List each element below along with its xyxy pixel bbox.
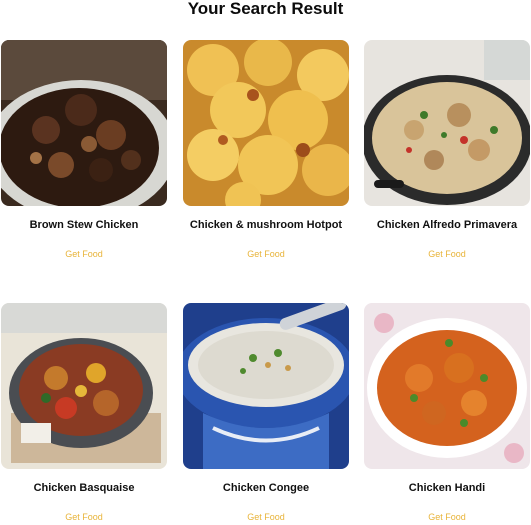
get-food-link[interactable]: Get Food (183, 512, 349, 522)
food-image[interactable] (364, 303, 530, 469)
food-image[interactable] (183, 303, 349, 469)
result-title: Chicken Congee (222, 482, 310, 494)
food-image[interactable] (364, 40, 530, 206)
food-image[interactable] (1, 40, 167, 206)
page-title: Your Search Result (187, 0, 344, 18)
result-title: Chicken Basquaise (33, 482, 135, 494)
result-title: Chicken & mushroom Hotpot (189, 219, 343, 231)
result-title: Chicken Alfredo Primavera (376, 219, 518, 231)
food-image[interactable] (183, 40, 349, 206)
result-title: Chicken Handi (408, 482, 486, 494)
get-food-link[interactable]: Get Food (183, 249, 349, 259)
get-food-link[interactable]: Get Food (1, 512, 167, 522)
get-food-link[interactable]: Get Food (364, 249, 530, 259)
get-food-link[interactable]: Get Food (1, 249, 167, 259)
food-image[interactable] (1, 303, 167, 469)
get-food-link[interactable]: Get Food (364, 512, 530, 522)
result-title: Brown Stew Chicken (29, 219, 139, 231)
